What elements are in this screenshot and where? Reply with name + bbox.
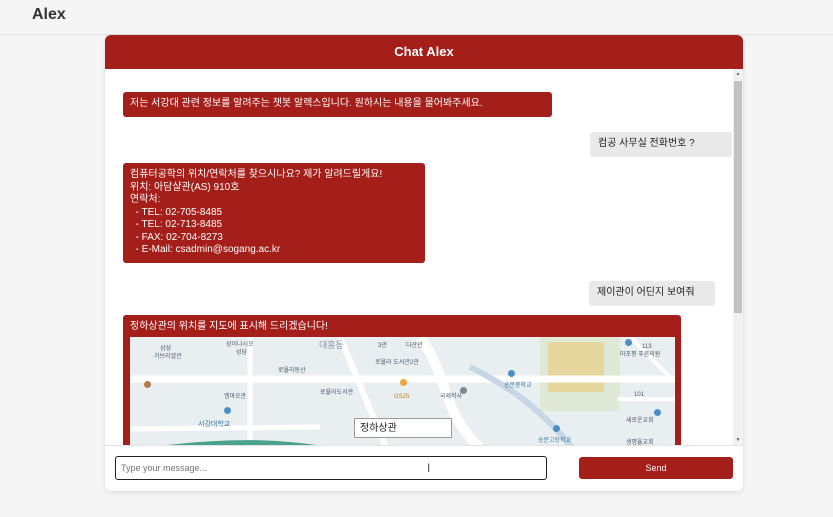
map-label: 대흥동 — [319, 340, 344, 350]
map-label: 새로운교회 — [626, 418, 654, 424]
message-input[interactable] — [115, 456, 547, 480]
map-label: 국제학사 — [440, 394, 463, 400]
chat-header: Chat Alex — [105, 35, 743, 69]
map-label: 송문중학교 — [504, 383, 532, 389]
map-pin-icon — [144, 381, 151, 388]
map-pin-icon — [460, 387, 467, 394]
map-label: 서강대학교 — [198, 421, 231, 428]
map-label: 로욜라도서관 — [320, 390, 354, 396]
scroll-down-icon[interactable]: ▼ — [733, 435, 743, 445]
user-message: 제이관이 어딘지 보여줘 — [589, 281, 715, 306]
top-bar: Alex — [0, 0, 833, 35]
text-cursor-icon: I — [427, 461, 431, 475]
map-pin-icon — [654, 409, 661, 416]
map-view[interactable]: 삼성 가브리엘관 성이나시오 성당 대흥동 3관 다산관 로욜라 도서관2관 로… — [130, 337, 675, 445]
message-line: - FAX: 02-704-8273 — [130, 231, 223, 243]
map-label: 송문고등학교 — [538, 438, 572, 444]
map-label: 다산관 — [406, 343, 423, 349]
send-button[interactable]: Send — [579, 457, 733, 479]
message-line: - TEL: 02-705-8485 — [130, 206, 223, 218]
map-message-text: 정하상관의 위치를 지도에 표시해 드리겠습니다! — [130, 321, 328, 332]
map-label: 101 — [634, 392, 645, 398]
scroll-up-icon[interactable]: ▲ — [733, 69, 743, 79]
map-label: 성당 — [236, 350, 248, 356]
message-list-scrollbar[interactable]: ▲ ▼ — [733, 69, 743, 445]
map-label: 생명율교회 — [626, 440, 654, 445]
message-line: - E-Mail: csadmin@sogang.ac.kr — [130, 244, 281, 255]
map-label: 3관 — [378, 343, 387, 349]
map-label: 로욜라동산 — [278, 368, 306, 374]
map-pin-icon — [224, 407, 231, 414]
map-label: 엠마오관 — [224, 394, 247, 400]
map-label: GS25 — [394, 394, 410, 400]
chat-panel: Chat Alex 저는 서강대 관련 정보를 알려주는 챗봇 알렉스입니다. … — [105, 35, 743, 491]
map-pin-icon — [508, 370, 515, 377]
map-label: 113 — [642, 344, 652, 350]
message-line: 연락처: — [130, 194, 161, 205]
bot-map-message: 정하상관의 위치를 지도에 표시해 드리겠습니다! 삼성 가브리엘관 성이나시오… — [123, 315, 681, 445]
bot-message: 저는 서강대 관련 정보를 알려주는 챗봇 알렉스입니다. 원하시는 내용을 물… — [123, 92, 552, 117]
bot-message: 컴퓨터공학의 위치/연락처를 찾으시나요? 제가 알려드릴게요! 위치: 아담샬… — [123, 163, 425, 263]
message-line: 위치: 아담샬관(AS) 910호 — [130, 181, 240, 193]
map-label: 로욜라 도서관2관 — [375, 360, 419, 366]
message-line: 컴퓨터공학의 위치/연락처를 찾으시나요? 제가 알려드릴게요! — [130, 169, 383, 180]
map-label: 가브리엘관 — [154, 354, 182, 360]
user-message: 컴공 사무실 전화번호 ? — [590, 132, 732, 157]
map-pin-icon — [553, 425, 560, 432]
app-title: Alex — [32, 6, 66, 23]
message-list[interactable]: 저는 서강대 관련 정보를 알려주는 챗봇 알렉스입니다. 원하시는 내용을 물… — [105, 69, 743, 445]
map-pin-icon — [625, 339, 632, 346]
map-pin-icon — [400, 379, 407, 386]
map-label: 마포평 푸른의원 — [620, 352, 661, 358]
scrollbar-thumb[interactable] — [734, 81, 742, 313]
map-location-tooltip: 정하상관 — [354, 418, 452, 438]
message-composer: Send — [105, 445, 743, 491]
message-line: - TEL: 02-713-8485 — [130, 219, 223, 230]
